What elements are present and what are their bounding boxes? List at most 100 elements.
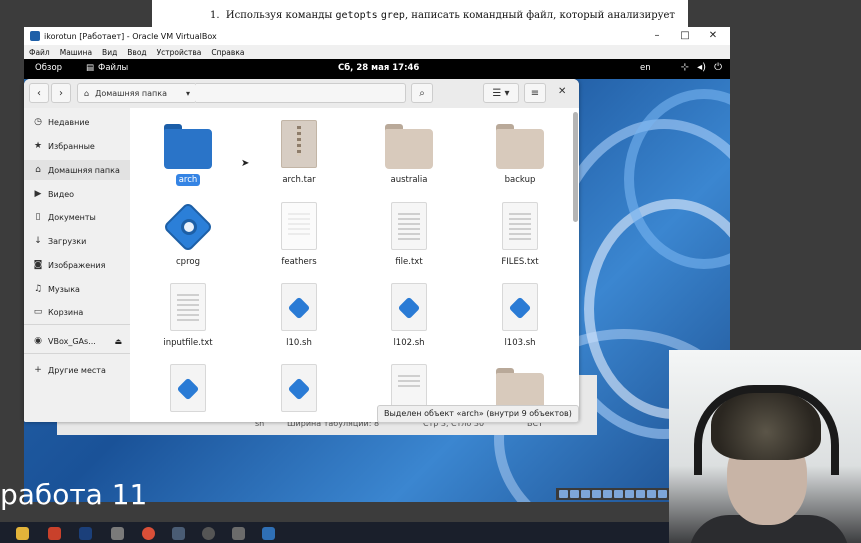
path-bar-empty[interactable] xyxy=(196,83,406,103)
app-menu-files[interactable]: ▤ Файлы xyxy=(86,63,128,73)
virtualbox-icon xyxy=(30,31,40,41)
powerpoint-icon[interactable] xyxy=(48,527,61,540)
virtualbox-menubar: Файл Машина Вид Ввод Устройства Справка xyxy=(24,45,730,59)
package-icon[interactable] xyxy=(232,527,245,540)
sidebar-item-home[interactable]: ⌂ Домашняя папка xyxy=(24,160,130,180)
sidebar-item-label: Изображения xyxy=(48,260,106,270)
menu-machine[interactable]: Машина xyxy=(55,48,97,57)
file-item-l103-sh[interactable]: l103.sh xyxy=(470,283,570,349)
system-menu[interactable]: ⊹ ◂) ⏻ xyxy=(681,62,722,73)
eject-icon[interactable]: ⏏ xyxy=(114,337,122,346)
star-icon: ★ xyxy=(33,141,43,151)
trash-icon: ▭ xyxy=(33,307,43,317)
virtualbox-titlebar[interactable]: ikorotun [Работает] - Oracle VM VirtualB… xyxy=(24,27,730,45)
app-icon[interactable] xyxy=(111,527,124,540)
list-number: 1. xyxy=(210,10,220,21)
file-item-australia[interactable]: australia xyxy=(359,120,459,186)
file-label: inputfile.txt xyxy=(163,338,213,348)
file-item-partial[interactable] xyxy=(249,364,349,414)
sidebar-item-vbox-disc[interactable]: ◉ VBox_GAs... ⏏ xyxy=(24,331,130,351)
file-item-partial[interactable] xyxy=(138,364,238,414)
music-icon: ♫ xyxy=(33,284,43,294)
steam-icon[interactable] xyxy=(172,527,185,540)
clock[interactable]: Сб, 28 мая 17:46 xyxy=(338,63,419,73)
menu-devices[interactable]: Устройства xyxy=(152,48,207,57)
file-item-files-txt[interactable]: FILES.txt xyxy=(470,202,570,268)
file-item-arch[interactable]: arch xyxy=(138,120,238,186)
app-name: Файлы xyxy=(98,63,129,73)
photoshop-icon[interactable] xyxy=(79,527,92,540)
text-file-icon xyxy=(163,283,213,333)
file-item-l10-sh[interactable]: l10.sh xyxy=(249,283,349,349)
activities-button[interactable]: Обзор xyxy=(35,63,62,73)
sidebar-item-documents[interactable]: ▯ Документы xyxy=(24,207,130,227)
file-explorer-icon[interactable] xyxy=(16,527,29,540)
keyboard-layout[interactable]: en xyxy=(640,63,651,73)
sidebar-item-recent[interactable]: ◷ Недавние xyxy=(24,112,130,132)
sidebar-separator xyxy=(24,324,130,325)
search-button[interactable]: ⌕ xyxy=(411,83,433,103)
back-button[interactable]: ‹ xyxy=(29,83,49,103)
content-scrollbar[interactable] xyxy=(573,112,578,222)
sidebar-item-downloads[interactable]: ↓ Загрузки xyxy=(24,231,130,251)
sidebar-item-other-locations[interactable]: + Другие места xyxy=(24,360,130,380)
file-label: file.txt xyxy=(395,257,423,267)
file-grid: arch arch.tar australia backup cprog fea… xyxy=(130,108,579,422)
sidebar-item-trash[interactable]: ▭ Корзина xyxy=(24,302,130,322)
power-icon: ⏻ xyxy=(714,62,722,73)
plus-icon: + xyxy=(34,365,42,375)
file-label: FILES.txt xyxy=(501,257,539,267)
disc-icon: ◉ xyxy=(34,336,42,346)
files-close-button[interactable]: ✕ xyxy=(558,86,566,97)
close-button[interactable]: ✕ xyxy=(700,29,726,43)
path-bar-home[interactable]: ⌂ Домашняя папка ▾ xyxy=(77,83,197,103)
volume-icon: ◂) xyxy=(697,62,707,73)
sidebar-item-label: Видео xyxy=(48,189,75,199)
menu-input[interactable]: Ввод xyxy=(122,48,151,57)
text-file-icon xyxy=(384,202,434,252)
home-icon: ⌂ xyxy=(35,165,41,175)
file-item-file-txt[interactable]: file.txt xyxy=(359,202,459,268)
menu-file[interactable]: Файл xyxy=(24,48,55,57)
sidebar-item-pictures[interactable]: ◙ Изображения xyxy=(24,255,130,275)
file-item-inputfile-txt[interactable]: inputfile.txt xyxy=(138,283,238,349)
menu-help[interactable]: Справка xyxy=(206,48,249,57)
script-icon xyxy=(384,283,434,333)
file-label: cprog xyxy=(176,257,200,267)
script-icon xyxy=(495,283,545,333)
file-item-l102-sh[interactable]: l102.sh xyxy=(359,283,459,349)
maximize-button[interactable]: □ xyxy=(672,29,698,43)
file-item-arch-tar[interactable]: arch.tar xyxy=(249,120,349,186)
chrome-icon[interactable] xyxy=(142,527,155,540)
view-options-button[interactable]: ☰ ▾ xyxy=(483,83,519,103)
sidebar-item-music[interactable]: ♫ Музыка xyxy=(24,279,130,299)
mouse-cursor: ➤ xyxy=(241,158,250,169)
forward-button[interactable]: › xyxy=(51,83,71,103)
sidebar-item-starred[interactable]: ★ Избранные xyxy=(24,136,130,156)
file-label: arch xyxy=(175,174,201,186)
line-prefix: Используя команды xyxy=(225,10,333,21)
file-label: backup xyxy=(504,175,536,185)
places-sidebar: ◷ Недавние ★ Избранные ⌂ Домашняя папка ▶ Ви… xyxy=(24,108,131,422)
virtualbox-taskbar-icon[interactable] xyxy=(262,527,275,540)
image-icon: ◙ xyxy=(33,260,43,270)
document-line: 1. Используя команды getopts grep, напис… xyxy=(210,10,675,21)
home-icon: ⌂ xyxy=(84,88,90,98)
folder-icon xyxy=(384,120,434,170)
file-item-backup[interactable]: backup xyxy=(470,120,570,186)
file-item-cprog[interactable]: cprog xyxy=(138,201,238,268)
network-icon: ⊹ xyxy=(680,62,690,73)
file-label: feathers xyxy=(281,257,317,267)
chevron-left-icon: ‹ xyxy=(37,87,41,99)
gnome-top-bar: Обзор ▤ Файлы Сб, 28 мая 17:46 en ⊹ ◂) ⏻ xyxy=(24,59,730,79)
script-icon xyxy=(163,364,213,414)
obs-icon[interactable] xyxy=(202,527,215,540)
document-page: 1. Используя команды getopts grep, напис… xyxy=(152,0,688,30)
main-menu-button[interactable]: ≡ xyxy=(524,83,546,103)
menu-view[interactable]: Вид xyxy=(97,48,122,57)
minimize-button[interactable]: – xyxy=(644,29,670,43)
sidebar-item-videos[interactable]: ▶ Видео xyxy=(24,184,130,204)
file-item-feathers[interactable]: feathers xyxy=(249,202,349,268)
files-app-icon: ▤ xyxy=(86,63,95,73)
archive-icon xyxy=(274,120,324,170)
